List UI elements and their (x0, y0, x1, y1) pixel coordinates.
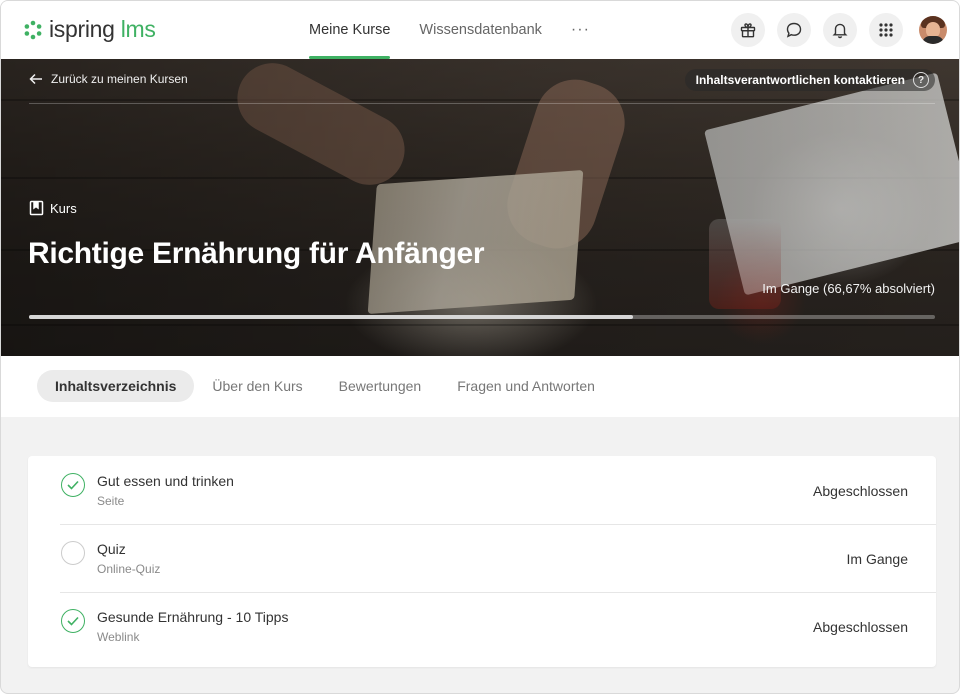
nav-my-courses[interactable]: Meine Kurse (309, 1, 391, 59)
user-avatar[interactable] (919, 16, 947, 44)
pending-circle-icon (61, 541, 85, 565)
hero-divider (29, 103, 935, 104)
chat-icon (786, 22, 802, 38)
contact-owner-label: Inhaltsverantwortlichen kontaktieren (695, 73, 905, 87)
arrow-left-icon (29, 73, 42, 85)
course-type-text: Kurs (50, 200, 77, 216)
course-progress-fill (29, 315, 634, 319)
ispring-logo-icon (24, 20, 42, 39)
main-nav: Meine Kurse Wissensdatenbank ··· (309, 1, 590, 59)
tab-table-of-contents[interactable]: Inhaltsverzeichnis (37, 370, 195, 402)
tab-questions-answers[interactable]: Fragen und Antworten (439, 370, 613, 402)
list-item[interactable]: Gesunde Ernährung - 10 Tipps Weblink Abg… (60, 592, 936, 660)
app-window: ispring lms Meine Kurse Wissensdatenbank… (0, 0, 960, 694)
completed-check-icon (61, 609, 85, 633)
item-title: Quiz (97, 541, 126, 557)
item-state: Abgeschlossen (813, 619, 908, 635)
item-state: Im Gange (846, 551, 908, 567)
course-hero-banner: Zurück zu meinen Kursen Inhaltsverantwor… (1, 59, 959, 356)
notifications-button[interactable] (823, 13, 857, 47)
course-tabs: Inhaltsverzeichnis Über den Kurs Bewertu… (37, 370, 613, 402)
tab-ratings[interactable]: Bewertungen (321, 370, 440, 402)
back-link-label: Zurück zu meinen Kursen (51, 72, 188, 86)
gift-button[interactable] (731, 13, 765, 47)
help-icon: ? (913, 72, 929, 88)
course-tabs-bar: Inhaltsverzeichnis Über den Kurs Bewertu… (1, 356, 959, 417)
logo[interactable]: ispring lms (23, 16, 156, 43)
list-item[interactable]: Quiz Online-Quiz Im Gange (60, 524, 936, 592)
bell-icon (832, 23, 848, 39)
nav-more-button[interactable]: ··· (571, 1, 590, 59)
item-title: Gesunde Ernährung - 10 Tipps (97, 609, 289, 625)
contact-owner-button[interactable]: Inhaltsverantwortlichen kontaktieren ? (684, 69, 935, 91)
course-progress-bar (29, 315, 935, 319)
top-bar: ispring lms Meine Kurse Wissensdatenbank… (1, 1, 959, 59)
gift-icon (740, 23, 756, 38)
logo-text: ispring lms (49, 16, 156, 43)
chat-button[interactable] (777, 13, 811, 47)
progress-status-text: Im Gange (66,67% absolviert) (762, 281, 935, 296)
item-type: Weblink (97, 630, 140, 644)
list-item[interactable]: Gut essen und trinken Seite Abgeschlosse… (60, 456, 936, 524)
nav-knowledge-base[interactable]: Wissensdatenbank (419, 1, 542, 59)
header-actions (731, 13, 947, 47)
item-type: Online-Quiz (97, 562, 161, 576)
book-icon (29, 200, 44, 216)
item-state: Abgeschlossen (813, 483, 908, 499)
back-to-courses-link[interactable]: Zurück zu meinen Kursen (29, 72, 188, 86)
apps-button[interactable] (869, 13, 903, 47)
logo-word: ispring (49, 16, 115, 42)
apps-grid-icon (879, 23, 893, 37)
logo-suffix: lms (120, 16, 156, 42)
avatar-body (922, 36, 944, 44)
item-type: Seite (97, 494, 125, 508)
tab-about-course[interactable]: Über den Kurs (194, 370, 320, 402)
item-title: Gut essen und trinken (97, 473, 234, 489)
course-title: Richtige Ernährung für Anfänger (28, 237, 485, 270)
course-content-list: Gut essen und trinken Seite Abgeschlosse… (28, 456, 936, 667)
course-type-label: Kurs (29, 200, 77, 216)
completed-check-icon (61, 473, 85, 497)
